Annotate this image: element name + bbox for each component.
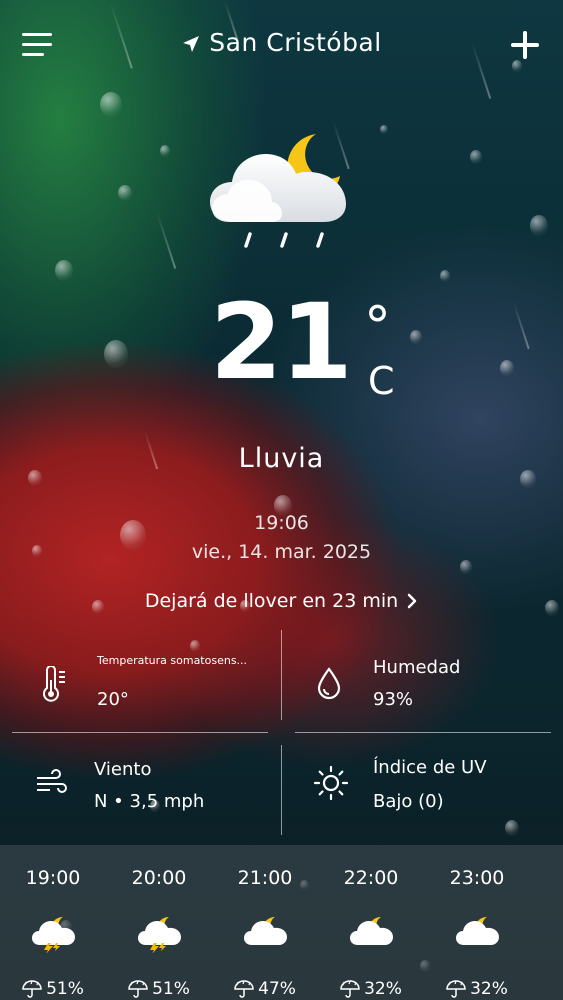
uv-index-label: Índice de UV — [373, 757, 487, 778]
hourly-precip: 51% — [0, 979, 106, 999]
hourly-precip-value: 47% — [258, 979, 296, 999]
navigation-arrow-icon — [183, 35, 200, 52]
feels-like-label: Temperatura somatosens... — [97, 654, 248, 667]
raindrop-decoration — [440, 270, 450, 282]
wind-value: N • 3,5 mph — [94, 791, 205, 812]
divider — [295, 732, 551, 733]
sun-icon — [313, 765, 349, 801]
divider — [281, 745, 282, 835]
umbrella-icon — [22, 980, 42, 998]
humidity-value: 93% — [373, 689, 414, 710]
hourly-precip: 51% — [106, 979, 212, 999]
weather-condition: Lluvia — [238, 443, 325, 474]
umbrella-icon — [128, 980, 148, 998]
cloud-moon-icon — [456, 917, 499, 945]
raindrop-decoration — [500, 360, 514, 377]
rain-alert-link[interactable]: Dejará de llover en 23 min — [0, 590, 563, 612]
current-time: 19:06 — [254, 512, 309, 534]
plus-icon — [511, 31, 539, 59]
temperature-unit: C — [368, 359, 395, 403]
divider — [281, 630, 282, 720]
umbrella-icon — [340, 980, 360, 998]
humidity-cell[interactable]: Humedad 93% — [293, 630, 553, 730]
hourly-time: 22:00 — [343, 867, 399, 889]
thermometer-icon — [43, 666, 65, 702]
raindrop-decoration — [470, 150, 482, 164]
rain-alert-text: Dejará de llover en 23 min — [144, 590, 399, 612]
raindrop-decoration — [55, 260, 73, 281]
raindrop-decoration — [104, 340, 128, 368]
raindrop-decoration — [160, 145, 170, 157]
add-location-button[interactable] — [508, 28, 542, 62]
hourly-precip-value: 51% — [152, 979, 190, 999]
location-name: San Cristóbal — [209, 28, 382, 57]
details-grid: Temperatura somatosens... 20° Humedad 93… — [0, 630, 563, 835]
current-date: vie., 14. mar. 2025 — [191, 541, 372, 563]
hourly-item[interactable]: 19:00 51% — [0, 845, 106, 1000]
hourly-precip: 32% — [318, 979, 424, 999]
hourly-item[interactable]: 21:00 47% — [212, 845, 318, 1000]
humidity-label: Humedad — [373, 657, 461, 678]
feels-like-cell[interactable]: Temperatura somatosens... 20° — [0, 630, 260, 730]
feels-like-value: 20° — [97, 689, 129, 710]
hourly-precip-value: 51% — [46, 979, 84, 999]
temperature-value: 21 — [210, 281, 353, 403]
wind-label: Viento — [94, 759, 152, 780]
hourly-item[interactable]: 23:00 32% — [424, 845, 530, 1000]
cloud-moon-lightning-icon — [138, 917, 181, 953]
cloud-moon-lightning-icon — [32, 917, 75, 953]
location-header[interactable]: San Cristóbal — [0, 28, 563, 57]
hourly-item[interactable]: 2 — [530, 845, 563, 1000]
hourly-precip-value: 32% — [364, 979, 402, 999]
hourly-forecast-strip[interactable]: 19:00 51% 20:00 51% 21:00 47% 22:00 32% 23:00 32%… — [0, 845, 563, 1000]
hourly-item[interactable]: 22:00 32% — [318, 845, 424, 1000]
umbrella-icon — [234, 980, 254, 998]
hourly-time: 21:00 — [237, 867, 293, 889]
hourly-item[interactable]: 20:00 51% — [106, 845, 212, 1000]
raindrop-decoration — [118, 185, 132, 202]
cloud-moon-icon — [350, 917, 393, 945]
raindrop-decoration — [530, 215, 548, 236]
wind-cell[interactable]: Viento N • 3,5 mph — [0, 735, 260, 835]
hourly-precip: 47% — [212, 979, 318, 999]
chevron-right-icon — [407, 593, 417, 609]
uv-index-value: Bajo (0) — [373, 791, 444, 812]
water-drop-icon — [317, 667, 341, 700]
raindrop-decoration — [410, 330, 422, 344]
wind-icon — [37, 769, 67, 793]
cloud-moon-icon — [244, 917, 287, 945]
uv-index-cell[interactable]: Índice de UV Bajo (0) — [293, 735, 553, 835]
hourly-time: 20:00 — [131, 867, 187, 889]
cloud-moon-rain-icon — [210, 134, 346, 248]
hourly-time: 23:00 — [449, 867, 505, 889]
hourly-precip: 32% — [424, 979, 530, 999]
hourly-time: 19:00 — [25, 867, 81, 889]
degree-symbol: ° — [364, 295, 391, 358]
divider — [12, 732, 268, 733]
hourly-time: 2 — [530, 867, 563, 889]
umbrella-icon — [446, 980, 466, 998]
hourly-precip-value: 32% — [470, 979, 508, 999]
